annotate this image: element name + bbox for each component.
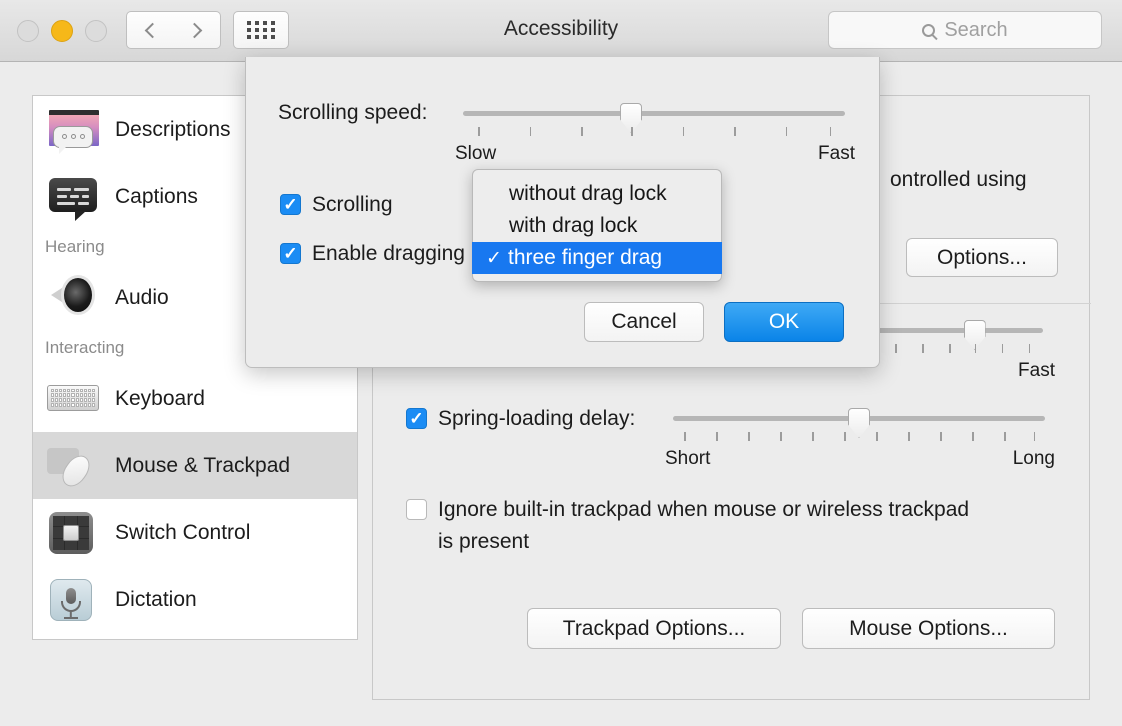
- menu-item-without-drag-lock[interactable]: without drag lock: [473, 178, 721, 210]
- slider-ticks: [863, 344, 1043, 354]
- menu-check-icon: ✓: [486, 247, 508, 270]
- scrolling-checkbox-row[interactable]: Scrolling: [280, 194, 393, 218]
- ignore-trackpad-checkbox-row[interactable]: Ignore built-in trackpad when mouse or w…: [406, 499, 1056, 555]
- slider-ticks: [463, 127, 845, 137]
- dictation-icon: [43, 574, 103, 626]
- sidebar-item-mouse-trackpad[interactable]: Mouse & Trackpad: [33, 432, 357, 499]
- sidebar-item-keyboard[interactable]: Keyboard: [33, 365, 357, 432]
- keyboard-icon: [43, 373, 103, 425]
- options-button[interactable]: Options...: [906, 238, 1058, 277]
- menu-item-with-drag-lock[interactable]: with drag lock: [473, 210, 721, 242]
- sidebar-item-label: Captions: [115, 185, 198, 209]
- sidebar-item-dictation[interactable]: Dictation: [33, 566, 357, 633]
- slider-ticks: [673, 432, 1045, 442]
- spring-loading-checkbox-row[interactable]: Spring-loading delay:: [406, 408, 635, 432]
- menu-item-label: three finger drag: [508, 246, 662, 270]
- slider-track: [863, 328, 1043, 333]
- menu-item-label: without drag lock: [509, 182, 667, 206]
- slider-left-label: Short: [665, 448, 710, 470]
- ok-button[interactable]: OK: [724, 302, 844, 342]
- captions-icon: [43, 171, 103, 223]
- sidebar-item-switch-control[interactable]: Switch Control: [33, 499, 357, 566]
- slider-right-label: Fast: [1018, 360, 1055, 382]
- drag-style-dropdown-menu[interactable]: without drag lock with drag lock ✓ three…: [472, 169, 722, 282]
- scrolling-label: Scrolling: [312, 191, 393, 218]
- sidebar-item-label: Dictation: [115, 588, 197, 612]
- slider-left-label: Slow: [455, 143, 496, 165]
- mouse-trackpad-icon: [43, 440, 103, 492]
- mouse-options-button[interactable]: Mouse Options...: [802, 608, 1055, 649]
- switch-control-icon: [43, 507, 103, 559]
- descriptions-icon: [43, 104, 103, 156]
- ignore-trackpad-label-line2: is present: [438, 528, 969, 555]
- sidebar-item-label: Audio: [115, 286, 169, 310]
- scrolling-checkbox[interactable]: [280, 194, 301, 215]
- slider-right-label: Fast: [818, 143, 855, 165]
- spring-loading-label: Spring-loading delay:: [438, 405, 635, 432]
- cancel-button[interactable]: Cancel: [584, 302, 704, 342]
- search-icon: [922, 24, 935, 37]
- titlebar: Accessibility Search: [0, 0, 1122, 62]
- enable-dragging-label: Enable dragging: [312, 240, 465, 267]
- spring-loading-checkbox[interactable]: [406, 408, 427, 429]
- enable-dragging-checkbox[interactable]: [280, 243, 301, 264]
- sidebar-item-label: Switch Control: [115, 521, 250, 545]
- sidebar-item-label: Keyboard: [115, 387, 205, 411]
- controlled-using-text: ontrolled using: [890, 168, 1027, 192]
- trackpad-options-button[interactable]: Trackpad Options...: [527, 608, 781, 649]
- slider-track: [463, 111, 845, 116]
- menu-item-label: with drag lock: [509, 214, 637, 238]
- ignore-trackpad-label-line1: Ignore built-in trackpad when mouse or w…: [438, 496, 969, 523]
- search-field[interactable]: Search: [828, 11, 1102, 49]
- sidebar-item-label: Mouse & Trackpad: [115, 454, 290, 478]
- sidebar-item-label: Descriptions: [115, 118, 231, 142]
- search-placeholder: Search: [944, 19, 1007, 42]
- slider-right-label: Long: [1013, 448, 1055, 470]
- enable-dragging-checkbox-row[interactable]: Enable dragging: [280, 243, 465, 267]
- scrolling-speed-label: Scrolling speed:: [278, 101, 427, 125]
- ignore-trackpad-checkbox[interactable]: [406, 499, 427, 520]
- preferences-window: Accessibility Search Descriptions: [0, 0, 1122, 726]
- audio-icon: [43, 272, 103, 324]
- menu-item-three-finger-drag[interactable]: ✓ three finger drag: [472, 242, 722, 274]
